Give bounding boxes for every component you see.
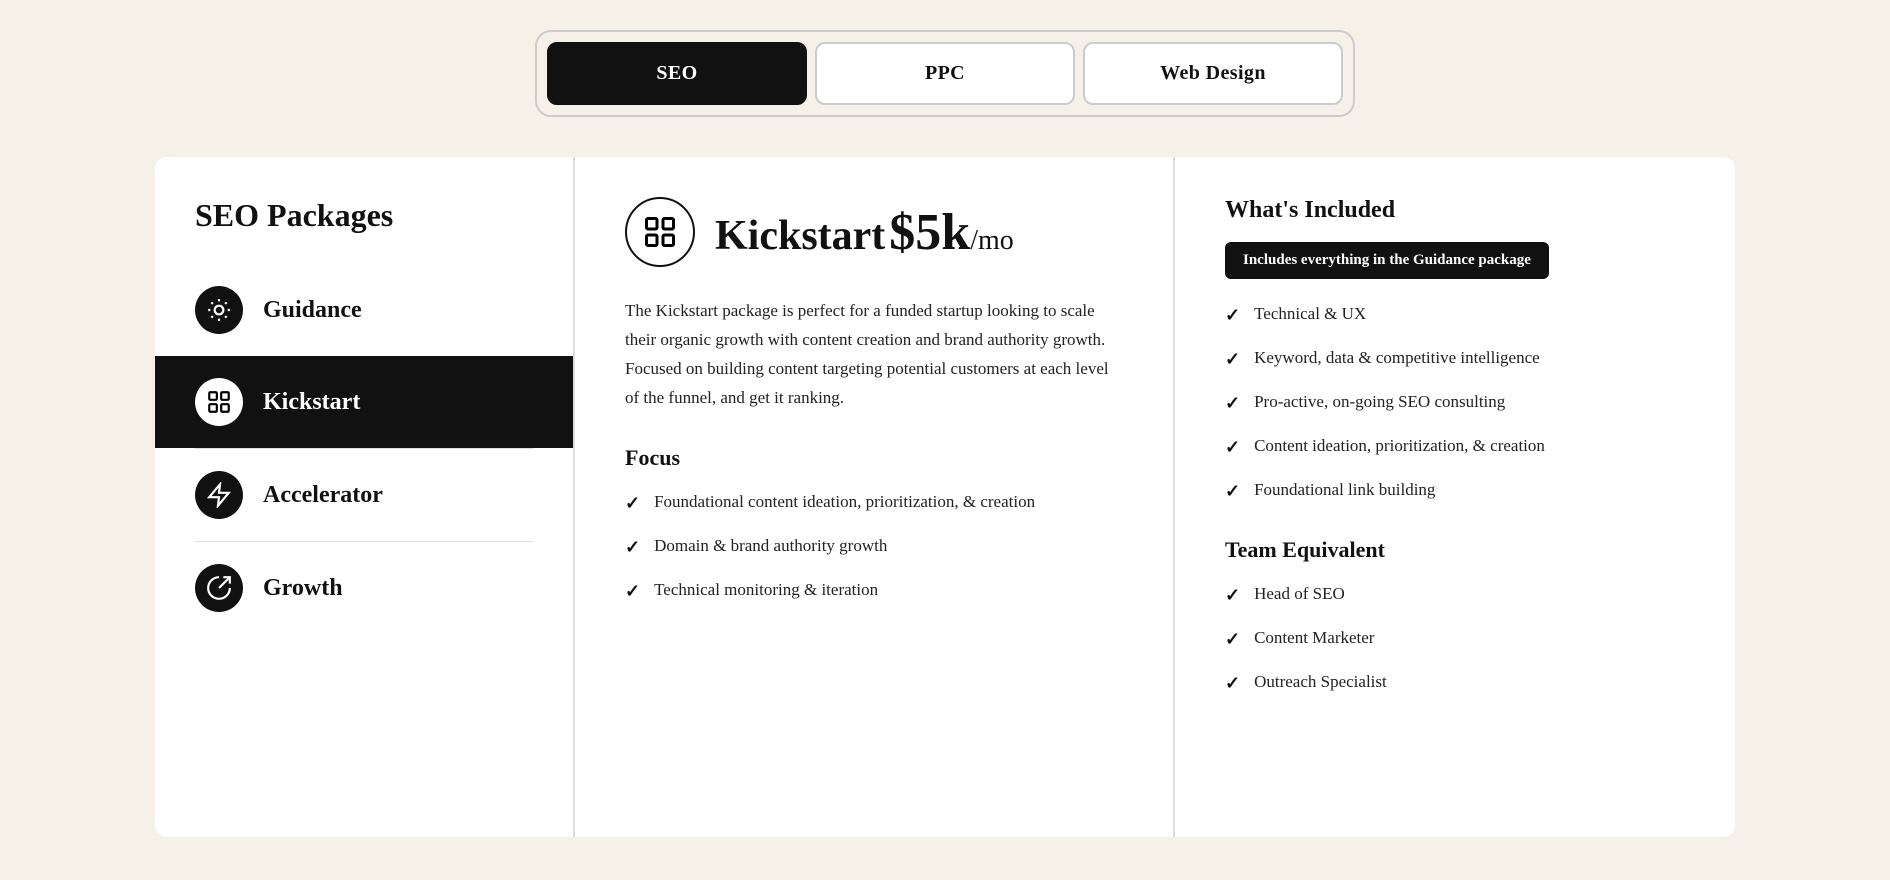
team-item-1: ✓ Head of SEO: [1225, 581, 1685, 609]
team-check-3: ✓: [1225, 670, 1240, 697]
package-description: The Kickstart package is perfect for a f…: [625, 297, 1123, 413]
focus-item-2: ✓ Domain & brand authority growth: [625, 533, 1123, 561]
team-list: ✓ Head of SEO ✓ Content Marketer ✓ Outre…: [1225, 581, 1685, 697]
focus-title: Focus: [625, 445, 1123, 471]
growth-label: Growth: [263, 575, 343, 602]
focus-list: ✓ Foundational content ideation, priorit…: [625, 489, 1123, 605]
team-equiv-title: Team Equivalent: [1225, 537, 1685, 563]
sidebar-item-guidance[interactable]: Guidance: [155, 264, 573, 356]
tab-seo[interactable]: SEO: [547, 42, 807, 105]
included-item-3: ✓ Pro-active, on-going SEO consulting: [1225, 389, 1685, 417]
sidebar-title: SEO Packages: [155, 197, 573, 264]
included-check-1: ✓: [1225, 302, 1240, 329]
team-item-3: ✓ Outreach Specialist: [1225, 669, 1685, 697]
team-check-1: ✓: [1225, 582, 1240, 609]
package-name: Kickstart: [715, 213, 885, 259]
sidebar-item-accelerator[interactable]: Accelerator: [155, 449, 573, 541]
check-icon-2: ✓: [625, 534, 640, 561]
kickstart-icon: [195, 378, 243, 426]
right-panel: What's Included Includes everything in t…: [1175, 157, 1735, 837]
included-check-4: ✓: [1225, 434, 1240, 461]
included-list: ✓ Technical & UX ✓ Keyword, data & compe…: [1225, 301, 1685, 505]
main-panel: Kickstart $5k/mo The Kickstart package i…: [575, 157, 1175, 837]
included-item-2: ✓ Keyword, data & competitive intelligen…: [1225, 345, 1685, 373]
tab-webdesign[interactable]: Web Design: [1083, 42, 1343, 105]
package-period: /mo: [970, 225, 1014, 256]
accelerator-label: Accelerator: [263, 482, 383, 509]
sidebar-item-growth[interactable]: Growth: [155, 542, 573, 634]
included-item-5: ✓ Foundational link building: [1225, 477, 1685, 505]
kickstart-label: Kickstart: [263, 389, 360, 416]
main-content: SEO Packages Guidance Kickstart: [155, 157, 1735, 837]
team-check-2: ✓: [1225, 626, 1240, 653]
check-icon-1: ✓: [625, 490, 640, 517]
included-badge: Includes everything in the Guidance pack…: [1225, 242, 1549, 279]
included-item-4: ✓ Content ideation, prioritization, & cr…: [1225, 433, 1685, 461]
package-header: Kickstart $5k/mo: [625, 197, 1123, 267]
package-icon: [625, 197, 695, 267]
focus-item-1: ✓ Foundational content ideation, priorit…: [625, 489, 1123, 517]
guidance-label: Guidance: [263, 297, 362, 324]
included-item-1: ✓ Technical & UX: [1225, 301, 1685, 329]
focus-item-3: ✓ Technical monitoring & iteration: [625, 577, 1123, 605]
growth-icon: [195, 564, 243, 612]
sidebar-item-kickstart[interactable]: Kickstart: [155, 356, 573, 448]
whats-included-title: What's Included: [1225, 197, 1685, 224]
tab-ppc[interactable]: PPC: [815, 42, 1075, 105]
team-item-2: ✓ Content Marketer: [1225, 625, 1685, 653]
included-check-2: ✓: [1225, 346, 1240, 373]
included-check-3: ✓: [1225, 390, 1240, 417]
package-price: $5k: [889, 204, 970, 261]
accelerator-icon: [195, 471, 243, 519]
tab-bar: SEO PPC Web Design: [535, 30, 1355, 117]
included-check-5: ✓: [1225, 478, 1240, 505]
package-name-price: Kickstart $5k/mo: [715, 203, 1014, 262]
sidebar: SEO Packages Guidance Kickstart: [155, 157, 575, 837]
check-icon-3: ✓: [625, 578, 640, 605]
guidance-icon: [195, 286, 243, 334]
